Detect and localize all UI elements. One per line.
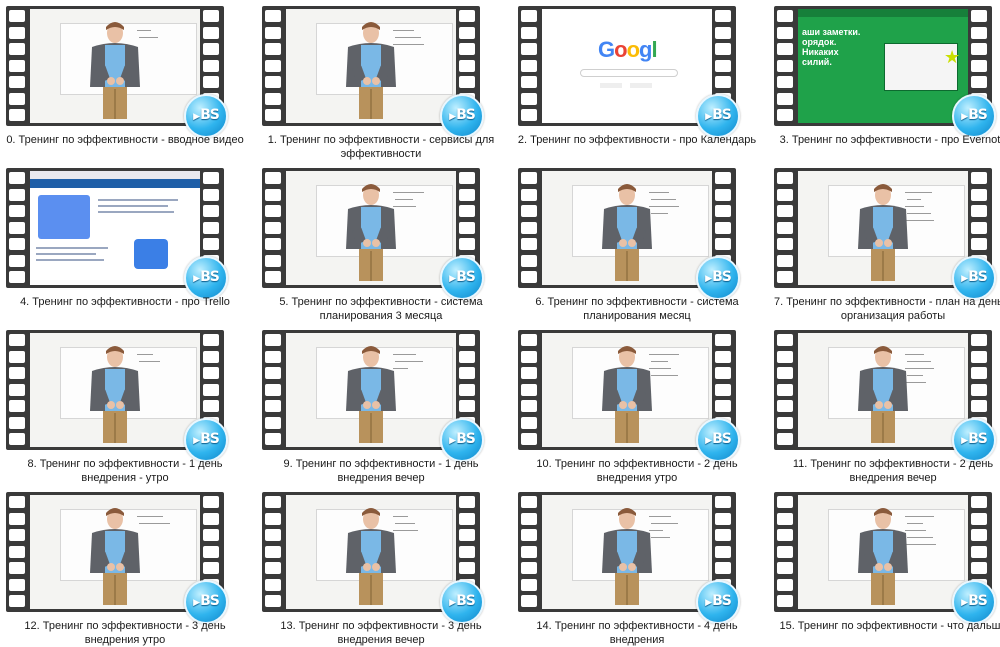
media-player-badge-icon: BS [184, 418, 228, 462]
presenter-figure [90, 346, 140, 443]
media-player-badge-icon: BS [696, 94, 740, 138]
evernote-headline: аши заметки. орядок. Никаких силий. [802, 27, 861, 67]
presenter-figure [858, 508, 908, 605]
file-name-label: 11. Тренинг по эффективности - 2 день вн… [792, 458, 994, 484]
presenter-figure [346, 346, 396, 443]
media-player-badge-icon: BS [696, 418, 740, 462]
file-name-label: 10. Тренинг по эффективности - 2 день вн… [536, 458, 738, 484]
video-thumbnail [30, 495, 200, 609]
presenter-figure [602, 508, 652, 605]
video-file-item[interactable]: BS10. Тренинг по эффективности - 2 день … [512, 324, 762, 484]
video-thumbnail [542, 333, 712, 447]
video-thumbnail [30, 9, 200, 123]
video-thumbnail [286, 9, 456, 123]
file-name-label: 5. Тренинг по эффективности - система пл… [279, 296, 483, 322]
video-thumbnail [286, 495, 456, 609]
video-file-item[interactable]: BS14. Тренинг по эффективности - 4 день … [512, 486, 762, 646]
video-thumbnail [30, 171, 200, 285]
video-thumbnail [286, 171, 456, 285]
file-name-label: 8. Тренинг по эффективности - 1 день вне… [27, 458, 223, 484]
phone-graphic [134, 239, 168, 269]
video-file-item[interactable]: BS8. Тренинг по эффективности - 1 день в… [0, 324, 250, 484]
media-player-badge-icon: BS [184, 580, 228, 624]
video-thumbnail [798, 171, 968, 285]
file-name-label: 14. Тренинг по эффективности - 4 день вн… [536, 620, 738, 646]
file-name-label: 12. Тренинг по эффективности - 3 день вн… [24, 620, 226, 646]
video-file-item[interactable]: BS13. Тренинг по эффективности - 3 день … [256, 486, 506, 646]
presenter-figure [858, 346, 908, 443]
file-name-label: 9. Тренинг по эффективности - 1 день вне… [283, 458, 479, 484]
media-player-badge-icon: BS [440, 94, 484, 138]
file-name-label: 4. Тренинг по эффективности - про Trello [20, 296, 230, 308]
video-thumbnail [542, 495, 712, 609]
star-icon: ★ [944, 47, 961, 67]
board-card-graphic [38, 195, 90, 239]
media-player-badge-icon: BS [952, 94, 996, 138]
video-file-item[interactable]: BS12. Тренинг по эффективности - 3 день … [0, 486, 250, 646]
media-player-badge-icon: BS [952, 256, 996, 300]
file-name-label: 13. Тренинг по эффективности - 3 день вн… [280, 620, 482, 646]
video-file-item[interactable]: BS9. Тренинг по эффективности - 1 день в… [256, 324, 506, 484]
video-thumbnail: Googl [542, 9, 712, 123]
presenter-figure [602, 346, 652, 443]
file-name-label: 3. Тренинг по эффективности - про Everno… [779, 134, 1000, 146]
video-file-item[interactable]: BS1. Тренинг по эффективности - сервисы … [256, 0, 506, 160]
google-logo: Googl [598, 37, 658, 62]
file-name-label: 1. Тренинг по эффективности - сервисы дл… [267, 134, 495, 160]
file-name-label: 6. Тренинг по эффективности - система пл… [535, 296, 739, 322]
media-player-badge-icon: BS [184, 94, 228, 138]
media-player-badge-icon: BS [952, 580, 996, 624]
presenter-figure [346, 22, 396, 119]
media-player-badge-icon: BS [696, 580, 740, 624]
video-file-item[interactable]: BS15. Тренинг по эффективности - что дал… [768, 486, 1000, 646]
media-player-badge-icon: BS [952, 418, 996, 462]
file-name-label: 2. Тренинг по эффективности - про Календ… [517, 134, 757, 146]
media-player-badge-icon: BS [440, 418, 484, 462]
file-name-label: 15. Тренинг по эффективности - что дальш… [779, 620, 1000, 632]
file-name-label: 0. Тренинг по эффективности - вводное ви… [6, 134, 244, 146]
video-thumbnail: аши заметки. орядок. Никаких силий. ★ [798, 9, 968, 123]
video-thumbnail [798, 333, 968, 447]
presenter-figure [90, 22, 140, 119]
presenter-figure [346, 184, 396, 281]
search-bar-graphic [580, 69, 678, 77]
media-player-badge-icon: BS [440, 580, 484, 624]
video-file-item[interactable]: BS7. Тренинг по эффективности - план на … [768, 162, 1000, 322]
video-file-item[interactable]: BS5. Тренинг по эффективности - система … [256, 162, 506, 322]
video-thumbnail [542, 171, 712, 285]
video-file-item[interactable]: BS4. Тренинг по эффективности - про Trel… [0, 162, 250, 322]
presenter-figure [602, 184, 652, 281]
video-file-item[interactable]: BS0. Тренинг по эффективности - вводное … [0, 0, 250, 160]
video-thumbnail [286, 333, 456, 447]
media-player-badge-icon: BS [184, 256, 228, 300]
presenter-figure [858, 184, 908, 281]
file-name-label: 7. Тренинг по эффективности - план на де… [774, 296, 1000, 322]
presenter-figure [90, 508, 140, 605]
video-thumbnail [30, 333, 200, 447]
video-file-grid: BS0. Тренинг по эффективности - вводное … [0, 0, 1000, 646]
video-thumbnail [798, 495, 968, 609]
media-player-badge-icon: BS [440, 256, 484, 300]
video-file-item[interactable]: Googl BS2. Тренинг по эффективности - про… [512, 0, 762, 160]
presenter-figure [346, 508, 396, 605]
media-player-badge-icon: BS [696, 256, 740, 300]
video-file-item[interactable]: аши заметки. орядок. Никаких силий. ★ BS3.… [768, 0, 1000, 160]
video-file-item[interactable]: BS6. Тренинг по эффективности - система … [512, 162, 762, 322]
video-file-item[interactable]: BS11. Тренинг по эффективности - 2 день … [768, 324, 1000, 484]
